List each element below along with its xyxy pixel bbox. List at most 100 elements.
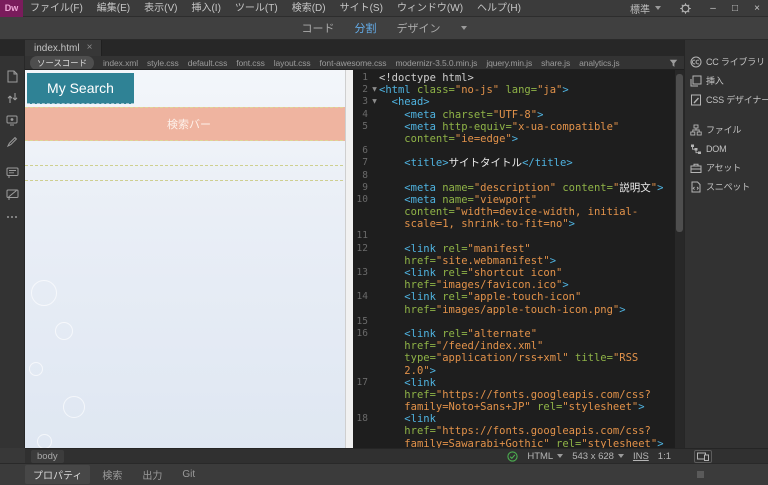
- open-documents-icon[interactable]: [0, 65, 24, 87]
- panel-css-designer[interactable]: CSS デザイナー: [685, 90, 768, 109]
- preview-devices-icon[interactable]: [694, 449, 712, 463]
- panel-label: DOM: [706, 143, 727, 154]
- background-bubble: [63, 396, 85, 418]
- bottom-panel-tab[interactable]: Git: [174, 467, 203, 482]
- chevron-down-icon: [617, 454, 624, 458]
- related-files-list: ソースコード index.xml style.css default.css font.…: [30, 56, 620, 69]
- chevron-down-icon: [655, 6, 661, 10]
- panel-insert[interactable]: 挿入: [685, 71, 768, 90]
- zoom-level[interactable]: 1:1: [658, 451, 671, 462]
- related-file[interactable]: analytics.js: [579, 58, 619, 68]
- sync-settings-icon[interactable]: [679, 2, 692, 15]
- code-scrollbar-thumb[interactable]: [676, 74, 683, 232]
- minimize-button[interactable]: –: [702, 0, 724, 17]
- menu-bar: Dw ファイル(F) 編集(E) 表示(V) 挿入(I) ツール(T) 検索(D) サイト(…: [0, 0, 768, 17]
- doc-type-label: HTML: [527, 450, 554, 462]
- tag-selector-body[interactable]: body: [31, 449, 64, 463]
- related-file[interactable]: jquery.min.js: [486, 58, 532, 68]
- background-bubble: [55, 322, 73, 340]
- window-size-dropdown[interactable]: 543 x 628: [572, 451, 624, 462]
- view-mode-dropdown-icon[interactable]: [460, 26, 467, 30]
- site-title-block[interactable]: My Search: [27, 73, 134, 104]
- panel-dom[interactable]: DOM: [685, 139, 768, 158]
- menu-item[interactable]: ツール(T): [228, 0, 285, 17]
- doc-type-dropdown[interactable]: HTML: [527, 450, 564, 462]
- panel-grip[interactable]: [697, 471, 704, 478]
- apply-comment-icon[interactable]: [0, 162, 24, 184]
- code-view[interactable]: 1 <!doctype html> 2 ▼ <html class="no-js" la…: [353, 70, 684, 448]
- related-file[interactable]: font-awesome.css: [320, 58, 387, 68]
- related-file[interactable]: ソースコード: [30, 56, 94, 69]
- app-logo: Dw: [0, 0, 23, 17]
- close-button[interactable]: ×: [746, 0, 768, 17]
- element-outline: [25, 165, 353, 166]
- maximize-button[interactable]: □: [724, 0, 746, 17]
- panel-cc-libraries[interactable]: CC ライブラリ: [685, 52, 768, 71]
- tab-close-icon[interactable]: ×: [87, 43, 93, 53]
- format-source-icon[interactable]: [0, 131, 24, 153]
- search-bar-block[interactable]: 検索バー: [25, 107, 353, 141]
- code-lines[interactable]: 1 <!doctype html> 2 ▼ <html class="no-js" la…: [353, 72, 684, 448]
- insert-mode-toggle[interactable]: INS: [633, 451, 649, 462]
- view-mode-code[interactable]: コード: [302, 20, 335, 36]
- view-mode-design[interactable]: デザイン: [397, 20, 441, 36]
- dreamweaver-window: Dw ファイル(F) 編集(E) 表示(V) 挿入(I) ツール(T) 検索(D) サイト(…: [0, 0, 768, 485]
- bottom-panel-tab[interactable]: 出力: [134, 465, 170, 484]
- remove-comment-icon[interactable]: [0, 184, 24, 206]
- related-file[interactable]: default.css: [188, 58, 228, 68]
- menu-item[interactable]: 検索(D): [285, 0, 333, 17]
- related-file[interactable]: index.xml: [103, 58, 138, 68]
- related-file[interactable]: style.css: [147, 58, 179, 68]
- menu-item[interactable]: ファイル(F): [23, 0, 90, 17]
- menu-item[interactable]: 編集(E): [90, 0, 137, 17]
- code-scrollbar[interactable]: [675, 70, 684, 448]
- panel-label: アセット: [706, 163, 742, 173]
- insert-icon: [690, 75, 702, 87]
- background-bubble: [29, 362, 43, 376]
- file-management-icon[interactable]: [0, 87, 24, 109]
- assets-icon: [690, 162, 702, 174]
- search-bar-text: 検索バー: [167, 119, 211, 131]
- bottom-panel-tab[interactable]: 検索: [94, 465, 130, 484]
- view-switcher-bar: コード 分割 デザイン: [0, 17, 768, 40]
- live-view-options-icon[interactable]: [0, 109, 24, 131]
- panel-sidebar: CC ライブラリ 挿入 CSS デザイナー ファイル DOM アセット スニペッ…: [684, 40, 768, 448]
- related-file[interactable]: modernizr-3.5.0.min.js: [395, 58, 477, 68]
- window-controls: – □ ×: [702, 0, 768, 17]
- cc-libraries-icon: [690, 56, 702, 68]
- common-toolbar: [0, 56, 25, 448]
- bottom-tabs: プロパティ 検索 出力 Git: [25, 465, 203, 484]
- workspace-switcher[interactable]: 標準: [622, 1, 669, 16]
- css-designer-icon: [690, 94, 702, 106]
- menu-item[interactable]: ヘルプ(H): [470, 0, 528, 17]
- bottom-panel-tab[interactable]: プロパティ: [25, 465, 91, 484]
- view-mode-split[interactable]: 分割: [355, 20, 377, 36]
- design-view[interactable]: My Search 検索バー: [25, 70, 353, 448]
- menu-list: ファイル(F) 編集(E) 表示(V) 挿入(I) ツール(T) 検索(D) サイト(S) ウ…: [23, 0, 528, 17]
- menu-item[interactable]: サイト(S): [333, 0, 390, 17]
- document-tab-strip: index.html ×: [0, 40, 684, 56]
- related-file[interactable]: share.js: [541, 58, 570, 68]
- related-file[interactable]: font.css: [236, 58, 265, 68]
- document-tab[interactable]: index.html ×: [25, 40, 103, 56]
- customize-toolbar-icon[interactable]: [7, 216, 17, 218]
- document-tab-title: index.html: [34, 42, 80, 54]
- document-status-bar: body HTML 543 x 628 INS 1:1: [25, 448, 768, 463]
- menu-item[interactable]: 表示(V): [137, 0, 184, 17]
- related-file[interactable]: layout.css: [274, 58, 311, 68]
- panel-assets[interactable]: アセット: [685, 158, 768, 177]
- filter-icon[interactable]: [669, 59, 678, 68]
- element-outline: [25, 180, 353, 181]
- chevron-down-icon: [557, 454, 564, 458]
- menu-item[interactable]: ウィンドウ(W): [390, 0, 470, 17]
- panel-label: CSS デザイナー: [706, 95, 768, 105]
- workspace-label: 標準: [630, 4, 650, 16]
- lint-ok-icon[interactable]: [507, 450, 518, 462]
- panel-files[interactable]: ファイル: [685, 120, 768, 139]
- dom-icon: [690, 143, 702, 155]
- design-scrollbar[interactable]: [345, 70, 353, 448]
- panel-snippets[interactable]: スニペット: [685, 177, 768, 196]
- menu-item[interactable]: 挿入(I): [184, 0, 227, 17]
- background-bubble: [37, 434, 52, 448]
- background-bubble: [31, 280, 57, 306]
